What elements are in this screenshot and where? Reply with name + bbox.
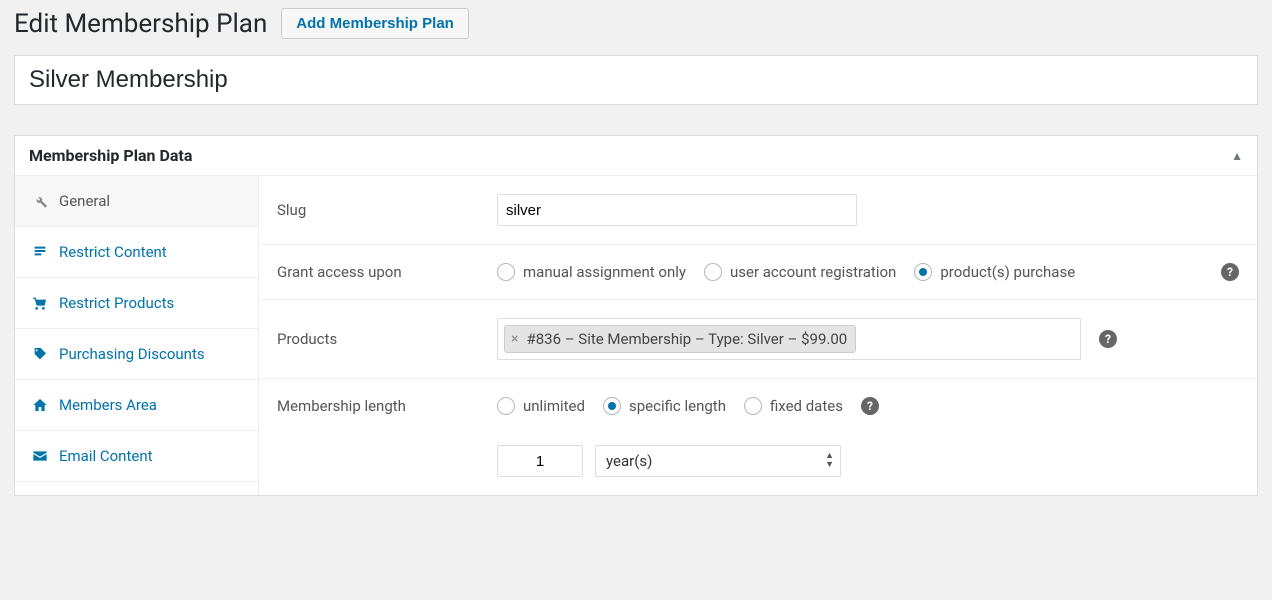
tab-restrict-products[interactable]: Restrict Products bbox=[15, 278, 258, 329]
product-chip-label: #836 – Site Membership – Type: Silver – … bbox=[526, 330, 847, 348]
grant-option-registration[interactable]: user account registration bbox=[704, 263, 896, 281]
slug-label: Slug bbox=[277, 201, 477, 219]
document-icon bbox=[31, 244, 49, 260]
help-icon[interactable]: ? bbox=[861, 397, 879, 415]
tab-label: Members Area bbox=[59, 396, 157, 414]
grant-label: Grant access upon bbox=[277, 263, 477, 281]
length-option-unlimited[interactable]: unlimited bbox=[497, 397, 585, 415]
stepper-icon: ▲▼ bbox=[825, 448, 834, 474]
tab-label: Email Content bbox=[59, 447, 153, 465]
tab-label: General bbox=[59, 192, 110, 210]
radio-icon bbox=[704, 263, 722, 281]
tab-label: Purchasing Discounts bbox=[59, 345, 205, 363]
general-form: Slug Grant access upon manual assignment… bbox=[259, 176, 1257, 495]
tab-label: Restrict Products bbox=[59, 294, 174, 312]
radio-label: unlimited bbox=[523, 397, 585, 415]
panel-collapse-toggle[interactable]: ▲ bbox=[1231, 149, 1243, 163]
tag-icon bbox=[31, 346, 49, 362]
length-unit-select[interactable]: year(s) ▲▼ bbox=[595, 445, 841, 477]
radio-icon bbox=[497, 263, 515, 281]
length-value-input[interactable] bbox=[497, 445, 583, 477]
products-select[interactable]: × #836 – Site Membership – Type: Silver … bbox=[497, 318, 1081, 360]
tab-general[interactable]: General bbox=[15, 176, 258, 227]
page-title: Edit Membership Plan bbox=[14, 9, 267, 39]
mail-icon bbox=[31, 448, 49, 464]
wrench-icon bbox=[31, 193, 49, 209]
post-title-box bbox=[14, 55, 1258, 105]
cart-icon bbox=[31, 295, 49, 311]
radio-label: specific length bbox=[629, 397, 726, 415]
help-icon[interactable]: ? bbox=[1221, 263, 1239, 281]
radio-label: fixed dates bbox=[770, 397, 843, 415]
side-tabs: General Restrict Content Restrict Produc… bbox=[15, 176, 259, 495]
product-chip: × #836 – Site Membership – Type: Silver … bbox=[504, 325, 856, 353]
home-icon bbox=[31, 397, 49, 413]
add-membership-plan-button[interactable]: Add Membership Plan bbox=[281, 8, 469, 39]
tab-purchasing-discounts[interactable]: Purchasing Discounts bbox=[15, 329, 258, 380]
remove-icon[interactable]: × bbox=[509, 331, 520, 347]
radio-icon bbox=[497, 397, 515, 415]
products-label: Products bbox=[277, 330, 477, 348]
grant-option-purchase[interactable]: product(s) purchase bbox=[914, 263, 1075, 281]
select-value: year(s) bbox=[606, 452, 652, 470]
radio-label: product(s) purchase bbox=[940, 263, 1075, 281]
grant-option-manual[interactable]: manual assignment only bbox=[497, 263, 686, 281]
tab-members-area[interactable]: Members Area bbox=[15, 380, 258, 431]
slug-input[interactable] bbox=[497, 194, 857, 226]
radio-icon bbox=[603, 397, 621, 415]
length-label: Membership length bbox=[277, 397, 477, 415]
length-option-specific[interactable]: specific length bbox=[603, 397, 726, 415]
help-icon[interactable]: ? bbox=[1099, 330, 1117, 348]
post-title-input[interactable] bbox=[29, 66, 1243, 94]
radio-label: manual assignment only bbox=[523, 263, 686, 281]
panel-title: Membership Plan Data bbox=[29, 146, 192, 165]
membership-plan-data-panel: Membership Plan Data ▲ General Restrict … bbox=[14, 135, 1258, 496]
radio-icon bbox=[914, 263, 932, 281]
radio-label: user account registration bbox=[730, 263, 896, 281]
tab-restrict-content[interactable]: Restrict Content bbox=[15, 227, 258, 278]
tab-email-content[interactable]: Email Content bbox=[15, 431, 258, 482]
radio-icon bbox=[744, 397, 762, 415]
tab-label: Restrict Content bbox=[59, 243, 167, 261]
length-option-fixed[interactable]: fixed dates bbox=[744, 397, 843, 415]
